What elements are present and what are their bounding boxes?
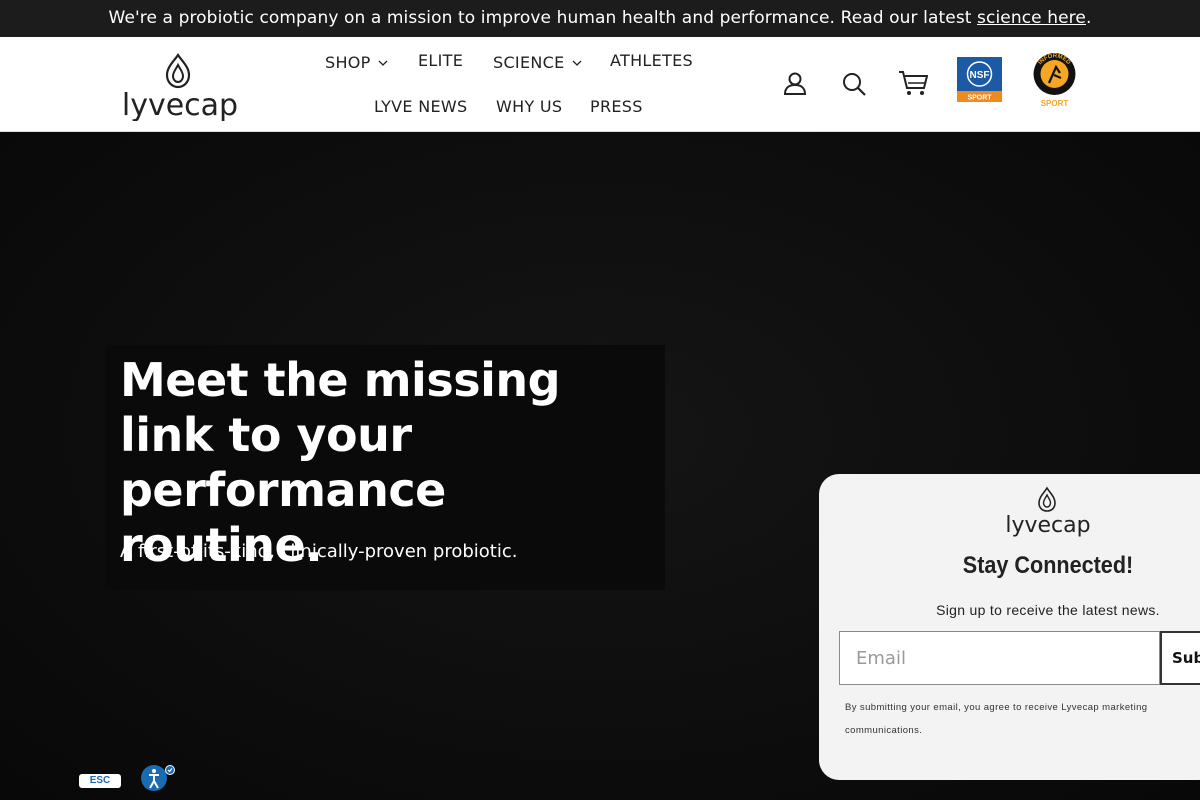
site-header: lyvecap SHOP ELITE SCIENCE ATHLETES LYVE… — [0, 37, 1200, 132]
informed-sport-badge: INFORMED SPORT — [1032, 53, 1077, 112]
popup-logo-wordmark: lyvecap — [1005, 513, 1090, 538]
nav-science-label: SCIENCE — [493, 53, 565, 72]
nav-shop[interactable]: SHOP — [325, 51, 388, 72]
submit-button[interactable]: Sub — [1160, 631, 1200, 685]
science-link[interactable]: science here — [977, 8, 1086, 28]
nav-press[interactable]: PRESS — [590, 97, 643, 116]
informed-sport-text: SPORT — [1041, 99, 1069, 107]
nsf-sport-text: SPORT — [967, 95, 992, 102]
newsletter-popup: lyvecap Stay Connected! Sign up to recei… — [819, 474, 1200, 780]
chevron-down-icon — [572, 51, 582, 70]
announcement-end: . — [1085, 8, 1092, 28]
esc-button[interactable]: ESC — [79, 774, 121, 788]
announcement-text: We're a probiotic company on a mission t… — [108, 8, 978, 28]
nav-athletes[interactable]: ATHLETES — [610, 51, 693, 70]
nsf-text: NSF — [970, 70, 990, 81]
cart-icon[interactable] — [898, 70, 929, 98]
nsf-sport-badge: NSF SPORT — [957, 57, 1002, 107]
nav-elite[interactable]: ELITE — [418, 51, 463, 70]
hero-subtitle: A first-of-its-kind, clinically-proven p… — [120, 541, 518, 562]
nav-shop-label: SHOP — [325, 53, 371, 72]
popup-title: Stay Connected! — [962, 552, 1134, 579]
hero-text-box: Meet the missing link to your performanc… — [105, 345, 665, 590]
logo-wordmark: lyvecap — [122, 88, 238, 121]
popup-disclaimer: By submitting your email, you agree to r… — [845, 702, 1148, 736]
chevron-down-icon — [378, 51, 388, 70]
search-icon[interactable] — [841, 71, 869, 99]
popup-subtitle: Sign up to receive the latest news. — [936, 602, 1160, 618]
account-icon[interactable] — [782, 70, 810, 98]
email-input[interactable] — [839, 631, 1160, 685]
nav-lyve-news[interactable]: LYVE NEWS — [374, 97, 467, 116]
lyvecap-logo[interactable]: lyvecap — [118, 51, 242, 121]
nav-why-us[interactable]: WHY US — [496, 97, 562, 116]
nav-science[interactable]: SCIENCE — [493, 51, 582, 72]
popup-logo: lyvecap — [1004, 486, 1094, 543]
announcement-bar: We're a probiotic company on a mission t… — [0, 0, 1200, 37]
hero-title: Meet the missing link to your performanc… — [120, 353, 561, 572]
accessibility-icon[interactable] — [140, 764, 176, 794]
